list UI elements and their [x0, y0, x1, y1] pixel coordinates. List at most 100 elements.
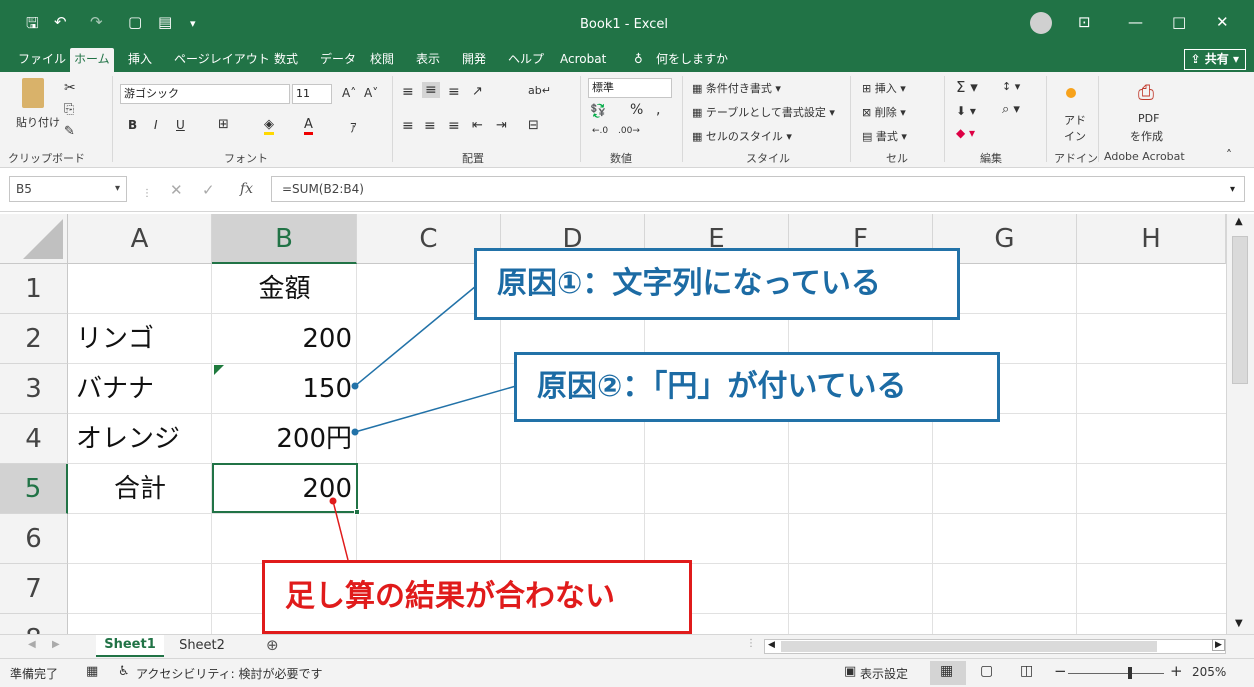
align-right-icon[interactable]: ≡: [448, 118, 460, 134]
tab-insert[interactable]: 挿入: [124, 48, 156, 72]
zoom-slider[interactable]: [1068, 673, 1164, 674]
formula-input[interactable]: =SUM(B2:B4): [271, 176, 1245, 202]
align-middle-icon[interactable]: ≡: [422, 82, 440, 98]
paste-icon[interactable]: [22, 78, 44, 108]
tell-me-icon[interactable]: ♁: [630, 48, 647, 72]
border-icon[interactable]: ⊞: [218, 117, 229, 132]
save-icon[interactable]: 🖫: [26, 13, 39, 38]
italic-button[interactable]: I: [154, 118, 158, 132]
merge-center-icon[interactable]: ⊟: [528, 118, 539, 133]
add-sheet-icon[interactable]: ⊕: [266, 636, 279, 654]
sheet-tab-1[interactable]: Sheet1: [96, 635, 164, 657]
tab-data[interactable]: データ: [316, 48, 360, 72]
insert-cells-button[interactable]: ⊞ 挿入 ▾: [862, 80, 906, 96]
accessibility-icon[interactable]: ♿: [118, 664, 130, 679]
page-break-view-icon[interactable]: ◫: [1020, 663, 1033, 679]
shrink-font-icon[interactable]: A˅: [364, 86, 378, 100]
zoom-slider-thumb[interactable]: [1128, 667, 1132, 679]
autosum-icon[interactable]: Σ ▾: [956, 78, 978, 96]
collapse-ribbon-icon[interactable]: ˄: [1226, 148, 1232, 162]
display-settings-icon[interactable]: ▣: [844, 664, 856, 679]
tell-me-box[interactable]: 何をしますか: [652, 48, 732, 72]
tab-file[interactable]: ファイル: [14, 48, 70, 72]
find-select-icon[interactable]: ⌕ ▾: [1002, 102, 1020, 117]
next-sheet-icon[interactable]: ▶: [52, 639, 60, 650]
orientation-icon[interactable]: ↗: [472, 84, 483, 99]
font-size-select[interactable]: 11: [292, 84, 332, 104]
redo-icon[interactable]: ↷: [90, 13, 103, 31]
underline-button[interactable]: U: [176, 118, 185, 132]
zoom-level[interactable]: 205%: [1192, 665, 1226, 679]
comma-button[interactable]: ,: [656, 102, 660, 118]
add-in-text1[interactable]: アド: [1064, 112, 1086, 128]
display-settings-button[interactable]: 表示設定: [860, 665, 908, 682]
enter-icon[interactable]: ✓: [202, 181, 215, 199]
restore-icon[interactable]: □: [1172, 13, 1186, 31]
paste-label[interactable]: 貼り付け: [16, 114, 60, 130]
close-icon[interactable]: ✕: [1216, 13, 1229, 31]
scroll-thumb[interactable]: [1232, 236, 1248, 384]
add-in-icon[interactable]: [1066, 88, 1076, 98]
create-pdf-text2[interactable]: を作成: [1130, 128, 1163, 144]
tab-review[interactable]: 校閲: [366, 48, 398, 72]
prev-sheet-icon[interactable]: ◀: [28, 639, 36, 650]
undo-icon[interactable]: ↶: [54, 13, 67, 31]
name-box[interactable]: B5 ▾: [9, 176, 127, 202]
scroll-right-icon[interactable]: ▶: [1212, 639, 1225, 651]
share-button[interactable]: ⇪ 共有 ▾: [1183, 49, 1246, 70]
cut-icon[interactable]: ✂: [64, 80, 76, 96]
scroll-down-icon[interactable]: ▼: [1235, 618, 1243, 629]
page-layout-view-icon[interactable]: ▢: [980, 663, 993, 679]
wrap-text-icon[interactable]: ab↵: [528, 84, 551, 97]
horizontal-scrollbar[interactable]: ◀: [764, 639, 1226, 654]
currency-icon[interactable]: 💱: [590, 104, 606, 119]
align-bottom-icon[interactable]: ≡: [448, 84, 460, 100]
format-cells-button[interactable]: ▤ 書式 ▾: [862, 128, 907, 144]
cancel-icon[interactable]: ✕: [170, 181, 183, 199]
align-left-icon[interactable]: ≡: [402, 118, 414, 134]
scroll-up-icon[interactable]: ▲: [1235, 216, 1243, 227]
phonetic-icon[interactable]: ｱ: [350, 117, 357, 136]
scroll-left-icon[interactable]: ◀: [768, 640, 775, 650]
conditional-format-button[interactable]: ▦ 条件付き書式 ▾: [692, 80, 781, 96]
pdf-icon[interactable]: ⎙: [1138, 80, 1154, 104]
print-preview-icon[interactable]: ▢: [128, 13, 142, 31]
fill-icon[interactable]: ⬇ ▾: [956, 104, 976, 118]
tab-help[interactable]: ヘルプ: [504, 48, 548, 72]
minimize-icon[interactable]: —: [1128, 13, 1143, 31]
cell-styles-button[interactable]: ▦ セルのスタイル ▾: [692, 128, 792, 144]
sort-filter-icon[interactable]: ↕ ▾: [1002, 80, 1020, 93]
account-icon[interactable]: [1030, 12, 1052, 34]
grow-font-icon[interactable]: A˄: [342, 86, 356, 100]
form-icon[interactable]: ▤: [158, 13, 172, 31]
insert-function-icon[interactable]: fx: [240, 181, 253, 197]
align-top-icon[interactable]: ≡: [402, 84, 414, 100]
increase-decimal-icon[interactable]: ←.0: [592, 126, 608, 136]
format-painter-icon[interactable]: ✎: [64, 124, 75, 139]
delete-cells-button[interactable]: ⊠ 削除 ▾: [862, 104, 906, 120]
increase-indent-icon[interactable]: ⇥: [496, 118, 507, 133]
customize-icon[interactable]: ▾: [190, 17, 196, 30]
bold-button[interactable]: B: [128, 118, 137, 132]
align-center-icon[interactable]: ≡: [424, 118, 436, 134]
ribbon-display-icon[interactable]: ⊡: [1078, 13, 1091, 31]
decrease-indent-icon[interactable]: ⇤: [472, 118, 483, 133]
tab-home[interactable]: ホーム: [70, 48, 114, 72]
tab-view[interactable]: 表示: [412, 48, 444, 72]
number-format-select[interactable]: 標準: [588, 78, 672, 98]
percent-button[interactable]: %: [630, 102, 643, 118]
vertical-scrollbar[interactable]: ▲ ▼: [1226, 214, 1254, 634]
tab-page-layout[interactable]: ページレイアウト: [170, 48, 274, 72]
h-scroll-thumb[interactable]: [781, 641, 1157, 652]
fill-color-icon[interactable]: ◈: [264, 117, 274, 135]
create-pdf-text1[interactable]: PDF: [1138, 112, 1159, 125]
decrease-decimal-icon[interactable]: .00→: [618, 126, 640, 136]
expand-formula-icon[interactable]: ▾: [1230, 184, 1235, 195]
copy-icon[interactable]: ⎘: [64, 102, 74, 117]
accessibility-status[interactable]: アクセシビリティ: 検討が必要です: [136, 665, 323, 682]
tab-developer[interactable]: 開発: [458, 48, 490, 72]
tab-formulas[interactable]: 数式: [270, 48, 302, 72]
tab-acrobat[interactable]: Acrobat: [556, 48, 610, 72]
add-in-text2[interactable]: イン: [1064, 128, 1086, 144]
macro-record-icon[interactable]: ▦: [86, 664, 98, 679]
